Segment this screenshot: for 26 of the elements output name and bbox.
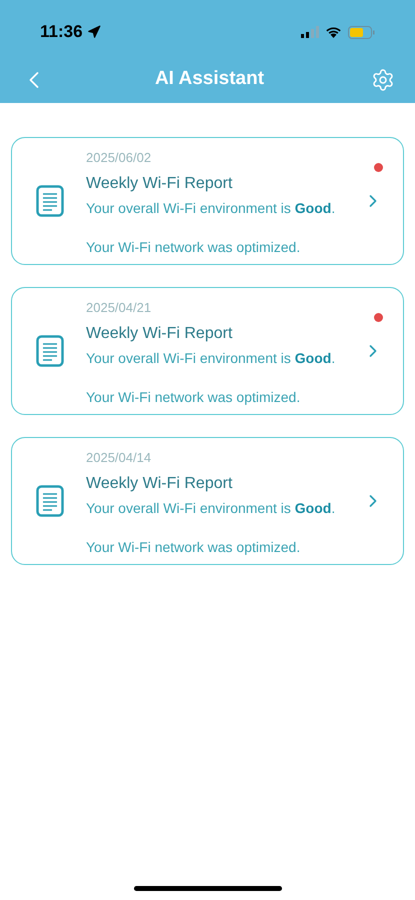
report-note: Your Wi-Fi network was optimized. xyxy=(86,538,302,557)
report-summary: Your overall Wi-Fi environment is Good. xyxy=(86,498,336,518)
document-icon xyxy=(36,485,64,517)
page-title: AI Assistant xyxy=(154,67,264,92)
report-summary: Your overall Wi-Fi environment is Good. xyxy=(86,198,336,218)
settings-icon xyxy=(370,68,395,92)
report-card[interactable]: 2025/04/14 Weekly Wi-Fi Report Your overall Wi-Fi environment is Good. Your Wi-Fi network was optimized. xyxy=(11,437,404,565)
wifi-icon xyxy=(325,26,342,38)
report-date: 2025/06/02 xyxy=(86,149,152,168)
report-note: Your Wi-Fi network was optimized. xyxy=(86,388,302,407)
report-card[interactable]: 2025/04/21 Weekly Wi-Fi Report Your overall Wi-Fi environment is Good. Your Wi-Fi network was optimized. xyxy=(11,287,404,415)
battery-icon xyxy=(348,26,375,38)
signal-icon xyxy=(301,26,319,38)
report-card[interactable]: 2025/06/02 Weekly Wi-Fi Report Your overall Wi-Fi environment is Good. Your Wi-Fi network was optimized. xyxy=(11,137,404,265)
settings-button[interactable] xyxy=(370,68,395,92)
report-summary: Your overall Wi-Fi environment is Good. xyxy=(86,348,336,368)
report-date: 2025/04/21 xyxy=(86,299,152,318)
document-icon xyxy=(36,185,64,217)
report-date: 2025/04/14 xyxy=(86,449,152,468)
report-title: Weekly Wi-Fi Report xyxy=(86,324,234,344)
report-note: Your Wi-Fi network was optimized. xyxy=(86,238,302,257)
location-icon xyxy=(86,25,101,39)
report-title: Weekly Wi-Fi Report xyxy=(86,474,234,494)
report-title: Weekly Wi-Fi Report xyxy=(86,174,234,194)
status-time: 11:36 xyxy=(40,21,83,44)
document-icon xyxy=(36,335,64,367)
